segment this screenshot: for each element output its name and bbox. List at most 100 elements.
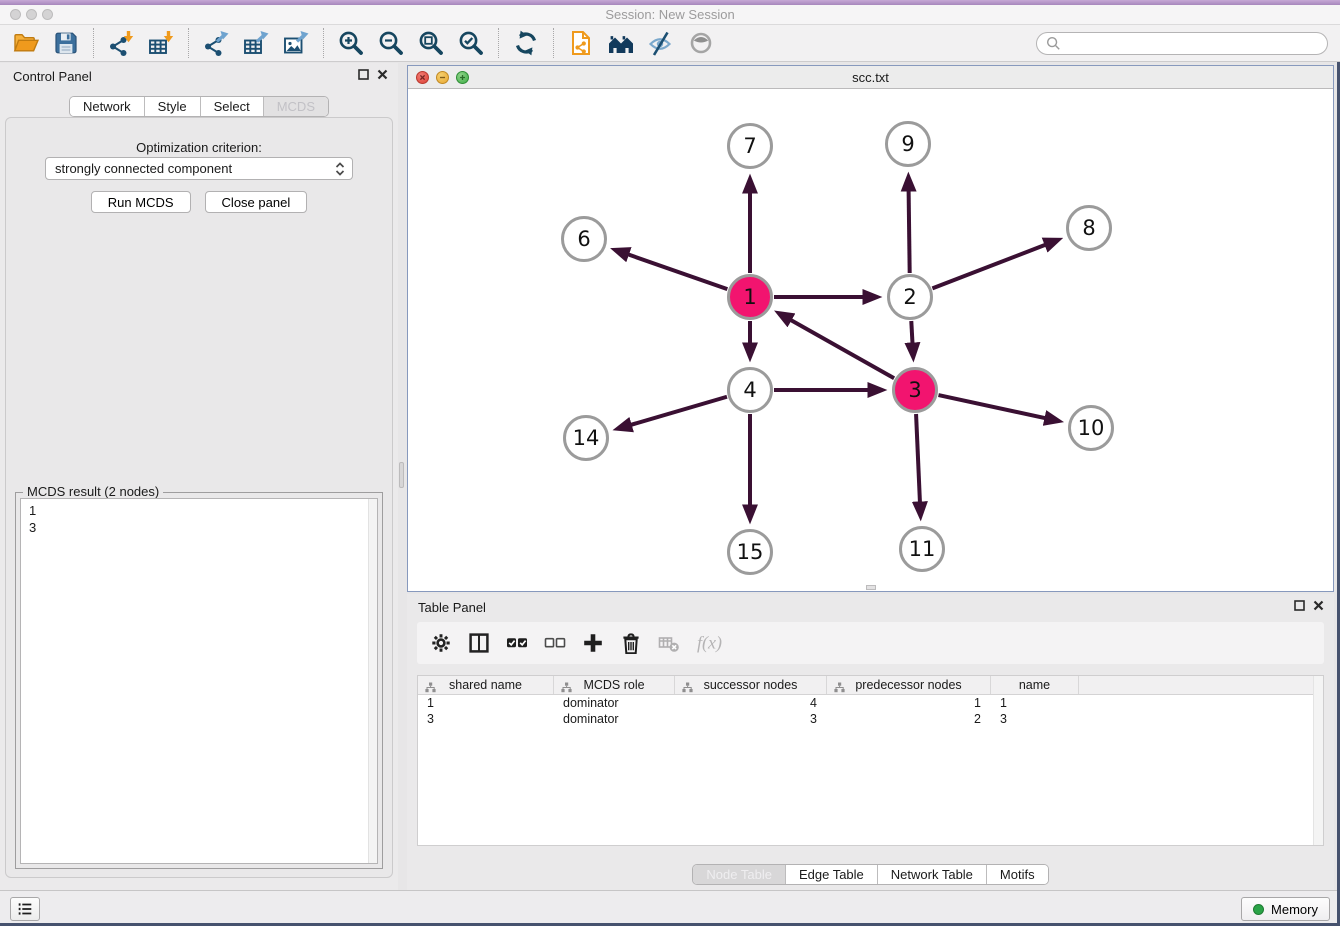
column-header-MCDS-role[interactable]: MCDS role	[554, 676, 675, 694]
column-header-successor-nodes[interactable]: successor nodes	[675, 676, 827, 694]
table-cell[interactable]: 3	[418, 711, 554, 727]
zoom-out-icon	[377, 29, 405, 57]
close-table-panel-icon[interactable]	[1313, 600, 1324, 611]
criterion-dropdown[interactable]: strongly connected component	[45, 157, 353, 180]
table-tab-node-table[interactable]: Node Table	[693, 865, 786, 884]
graph-node-label: 9	[901, 132, 914, 156]
create-column-button[interactable]	[582, 632, 604, 654]
save-session-button[interactable]	[46, 26, 86, 60]
import-table-button[interactable]	[141, 26, 181, 60]
graph-node-11[interactable]: 11	[901, 528, 944, 571]
search-input[interactable]	[1065, 36, 1319, 51]
tab-style[interactable]: Style	[145, 97, 201, 116]
graph-node-3[interactable]: 3	[894, 369, 937, 412]
table-tabs: Node TableEdge TableNetwork TableMotifs	[407, 864, 1334, 885]
table-row[interactable]: 1dominator411	[418, 695, 1323, 711]
graph-node-2[interactable]: 2	[889, 276, 932, 319]
refresh-button[interactable]	[506, 26, 546, 60]
first-neighbors-button[interactable]	[601, 26, 641, 60]
mcds-result-title: MCDS result (2 nodes)	[23, 484, 163, 499]
table-cell[interactable]: 4	[675, 695, 827, 711]
table-cell[interactable]: dominator	[554, 711, 675, 727]
show-all-icon	[687, 29, 715, 57]
close-panel-icon[interactable]	[377, 69, 388, 80]
zoom-out-button[interactable]	[371, 26, 411, 60]
export-image-button[interactable]	[276, 26, 316, 60]
graph-edge-2-9[interactable]	[909, 190, 910, 273]
table-cell[interactable]: 2	[827, 711, 991, 727]
graph-edge-2-8[interactable]	[932, 245, 1046, 289]
select-all-rows-icon	[506, 632, 528, 654]
open-file-icon	[12, 29, 40, 57]
graph-edge-4-14[interactable]	[630, 397, 727, 425]
network-scroll-handle[interactable]	[866, 585, 876, 590]
result-scrollbar[interactable]	[368, 499, 377, 863]
open-file-button[interactable]	[6, 26, 46, 60]
table-tab-edge-table[interactable]: Edge Table	[786, 865, 878, 884]
graph-edge-3-11[interactable]	[916, 414, 920, 503]
mcds-result-item[interactable]: 3	[21, 519, 377, 536]
new-network-from-selection-button[interactable]	[561, 26, 601, 60]
graph-node-10[interactable]: 10	[1070, 407, 1113, 450]
network-window-titlebar[interactable]: scc.txt	[408, 66, 1333, 89]
delete-table-button	[658, 632, 680, 654]
column-header-name[interactable]: name	[991, 676, 1079, 694]
deselect-all-rows-button[interactable]	[544, 632, 566, 654]
delete-columns-button[interactable]	[620, 632, 642, 654]
table-cell[interactable]: 1	[827, 695, 991, 711]
memory-button[interactable]: Memory	[1241, 897, 1330, 921]
network-canvas[interactable]: 7 9 6 8 1 2 4 3 14 10 15 11	[408, 89, 1333, 591]
table-row[interactable]: 3dominator323	[418, 711, 1323, 727]
graph-node-6[interactable]: 6	[563, 218, 606, 261]
select-all-rows-button[interactable]	[506, 632, 528, 654]
vertical-splitter-handle[interactable]	[399, 462, 404, 488]
graph-node-4[interactable]: 4	[729, 369, 772, 412]
table-cell[interactable]: 1	[991, 695, 1079, 711]
search-box[interactable]	[1036, 32, 1328, 55]
tab-mcds[interactable]: MCDS	[264, 97, 328, 116]
import-network-button[interactable]	[101, 26, 141, 60]
export-network-button[interactable]	[196, 26, 236, 60]
graph-edge-2-3[interactable]	[911, 321, 912, 344]
table-cell[interactable]: dominator	[554, 695, 675, 711]
graph-edge-3-1[interactable]	[790, 320, 894, 379]
graph-node-1[interactable]: 1	[729, 276, 772, 319]
tab-network[interactable]: Network	[70, 97, 145, 116]
zoom-selected-button[interactable]	[451, 26, 491, 60]
graph-node-8[interactable]: 8	[1068, 207, 1111, 250]
hide-selected-button[interactable]	[641, 26, 681, 60]
show-all-button[interactable]	[681, 26, 721, 60]
graph-node-7[interactable]: 7	[729, 125, 772, 168]
zoom-selected-icon	[457, 29, 485, 57]
run-mcds-button[interactable]: Run MCDS	[91, 191, 191, 213]
tab-select[interactable]: Select	[201, 97, 264, 116]
column-header-predecessor-nodes[interactable]: predecessor nodes	[827, 676, 991, 694]
float-table-panel-icon[interactable]	[1294, 600, 1305, 611]
close-panel-button[interactable]: Close panel	[205, 191, 308, 213]
zoom-fit-button[interactable]	[411, 26, 451, 60]
graph-node-14[interactable]: 14	[565, 417, 608, 460]
table-cell[interactable]: 3	[675, 711, 827, 727]
table-mode-gear-button[interactable]	[430, 632, 452, 654]
mcds-result-item[interactable]: 1	[21, 499, 377, 519]
show-panel-list-button[interactable]	[10, 897, 40, 921]
show-columns-button[interactable]	[468, 632, 490, 654]
column-header-shared-name[interactable]: shared name	[418, 676, 554, 694]
table-scrollbar[interactable]	[1313, 676, 1323, 845]
table-tab-motifs[interactable]: Motifs	[987, 865, 1048, 884]
graph-node-label: 8	[1082, 216, 1095, 240]
graph-node-9[interactable]: 9	[887, 123, 930, 166]
export-table-button[interactable]	[236, 26, 276, 60]
mcds-result-list[interactable]: 13	[20, 498, 378, 864]
float-panel-icon[interactable]	[358, 69, 369, 80]
graph-edge-1-6[interactable]	[627, 254, 727, 289]
table-tab-network-table[interactable]: Network Table	[878, 865, 987, 884]
new-network-from-selection-icon	[567, 29, 595, 57]
graph-edge-3-10[interactable]	[938, 395, 1046, 418]
table-cell[interactable]: 3	[991, 711, 1079, 727]
column-header-label: successor nodes	[704, 678, 798, 692]
table-cell[interactable]: 1	[418, 695, 554, 711]
table-tab-strip: Node TableEdge TableNetwork TableMotifs	[692, 864, 1048, 885]
graph-node-15[interactable]: 15	[729, 531, 772, 574]
zoom-in-button[interactable]	[331, 26, 371, 60]
